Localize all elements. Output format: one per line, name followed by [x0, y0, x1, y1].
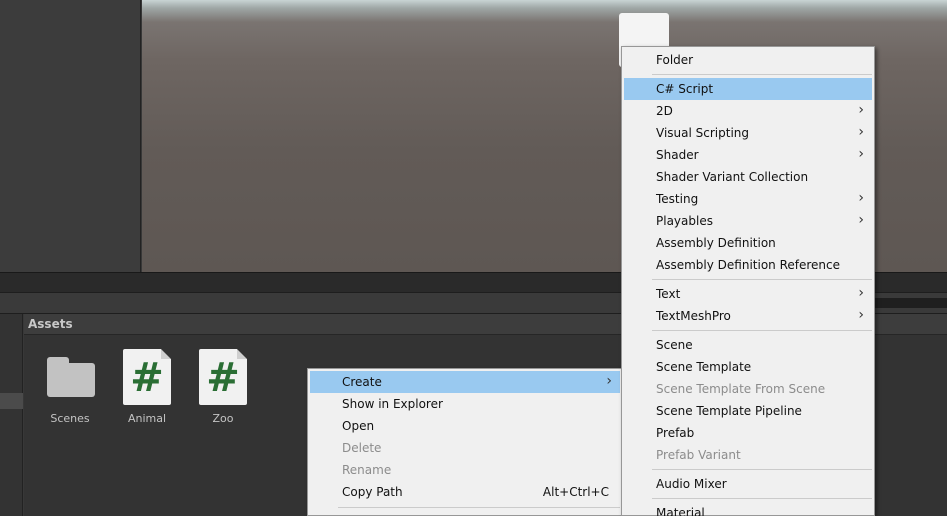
menu-separator	[338, 507, 620, 508]
menu-item-label: Testing	[656, 192, 699, 206]
folder-tree-selected-row[interactable]	[0, 393, 23, 409]
submenu-item-csharp-script[interactable]: C# Script	[624, 78, 872, 100]
submenu-arrow-icon: ›	[858, 124, 864, 140]
submenu-arrow-icon: ›	[858, 307, 864, 323]
submenu-item-scene[interactable]: Scene	[624, 334, 872, 356]
submenu-arrow-icon: ›	[858, 212, 864, 228]
menu-item-label: Scene Template	[656, 360, 752, 374]
menu-item-create[interactable]: Create ›	[310, 371, 620, 393]
menu-item-label: Open	[342, 419, 375, 433]
submenu-item-assembly-definition-reference[interactable]: Assembly Definition Reference	[624, 254, 872, 276]
project-folder-tree[interactable]	[0, 314, 23, 516]
menu-item-label: Create	[342, 375, 382, 389]
script-hash-glyph: #	[206, 355, 240, 401]
menu-item-label: Shader	[656, 148, 699, 162]
submenu-item-material[interactable]: Material	[624, 502, 872, 516]
submenu-item-folder[interactable]: Folder	[624, 49, 872, 71]
submenu-item-playables[interactable]: Playables ›	[624, 210, 872, 232]
submenu-item-scene-template-pipeline[interactable]: Scene Template Pipeline	[624, 400, 872, 422]
submenu-arrow-icon: ›	[858, 285, 864, 301]
menu-item-label: C# Script	[656, 82, 714, 96]
menu-item-label: Audio Mixer	[656, 477, 727, 491]
menu-item-shortcut: Alt+Ctrl+C	[542, 485, 609, 499]
submenu-item-visual-scripting[interactable]: Visual Scripting ›	[624, 122, 872, 144]
menu-item-label: TextMeshPro	[656, 309, 731, 323]
asset-label: Animal	[127, 412, 167, 425]
menu-item-label: Text	[656, 287, 681, 301]
csharp-script-icon: #	[199, 349, 247, 405]
menu-item-label: Folder	[656, 53, 694, 67]
menu-item-label: Visual Scripting	[656, 126, 749, 140]
menu-item-label: Prefab	[656, 426, 695, 440]
menu-separator	[652, 469, 872, 470]
submenu-item-testing[interactable]: Testing ›	[624, 188, 872, 210]
submenu-item-assembly-definition[interactable]: Assembly Definition	[624, 232, 872, 254]
menu-separator	[652, 330, 872, 331]
csharp-script-icon: #	[123, 349, 171, 405]
folder-icon	[47, 357, 95, 397]
menu-item-label: 2D	[656, 104, 673, 118]
menu-item-label: Assembly Definition Reference	[656, 258, 841, 272]
menu-item-label: Scene Template From Scene	[656, 382, 826, 396]
menu-item-label: Scene	[656, 338, 693, 352]
menu-item-label: Material	[656, 506, 705, 516]
asset-label: Scenes	[50, 412, 90, 425]
submenu-item-shader[interactable]: Shader ›	[624, 144, 872, 166]
menu-separator	[652, 498, 872, 499]
menu-item-open[interactable]: Open	[310, 415, 620, 437]
menu-item-label: Scene Template Pipeline	[656, 404, 802, 418]
toolbar-search-field[interactable]	[875, 298, 947, 308]
assets-title[interactable]: Assets	[28, 317, 73, 331]
menu-item-label: Rename	[342, 463, 392, 477]
submenu-item-textmeshpro[interactable]: TextMeshPro ›	[624, 305, 872, 327]
menu-item-label: Shader Variant Collection	[656, 170, 809, 184]
menu-item-label: Assembly Definition	[656, 236, 776, 250]
submenu-item-prefab[interactable]: Prefab	[624, 422, 872, 444]
submenu-item-2d[interactable]: 2D ›	[624, 100, 872, 122]
create-submenu: Folder C# Script 2D › Visual Scripting ›…	[621, 46, 875, 516]
submenu-arrow-icon: ›	[858, 190, 864, 206]
menu-separator	[652, 279, 872, 280]
menu-item-label: Prefab Variant	[656, 448, 741, 462]
asset-label: Zoo	[212, 412, 234, 425]
submenu-item-audio-mixer[interactable]: Audio Mixer	[624, 473, 872, 495]
submenu-arrow-icon: ›	[606, 373, 612, 389]
context-menu: Create › Show in Explorer Open Delete Re…	[307, 368, 623, 516]
submenu-item-scene-template-from-scene: Scene Template From Scene	[624, 378, 872, 400]
menu-item-label: Playables	[656, 214, 713, 228]
submenu-arrow-icon: ›	[858, 102, 864, 118]
menu-item-rename: Rename	[310, 459, 620, 481]
submenu-arrow-icon: ›	[858, 146, 864, 162]
menu-item-delete: Delete	[310, 437, 620, 459]
submenu-item-text[interactable]: Text ›	[624, 283, 872, 305]
submenu-item-scene-template[interactable]: Scene Template	[624, 356, 872, 378]
submenu-item-shader-variant-collection[interactable]: Shader Variant Collection	[624, 166, 872, 188]
hierarchy-panel	[0, 0, 141, 272]
script-hash-glyph: #	[130, 355, 164, 401]
menu-separator	[652, 74, 872, 75]
menu-item-label: Copy Path	[342, 485, 403, 499]
menu-item-copy-path[interactable]: Copy Path Alt+Ctrl+C	[310, 481, 620, 503]
menu-item-label: Delete	[342, 441, 382, 455]
submenu-item-prefab-variant: Prefab Variant	[624, 444, 872, 466]
menu-item-label: Show in Explorer	[342, 397, 443, 411]
menu-item-show-in-explorer[interactable]: Show in Explorer	[310, 393, 620, 415]
